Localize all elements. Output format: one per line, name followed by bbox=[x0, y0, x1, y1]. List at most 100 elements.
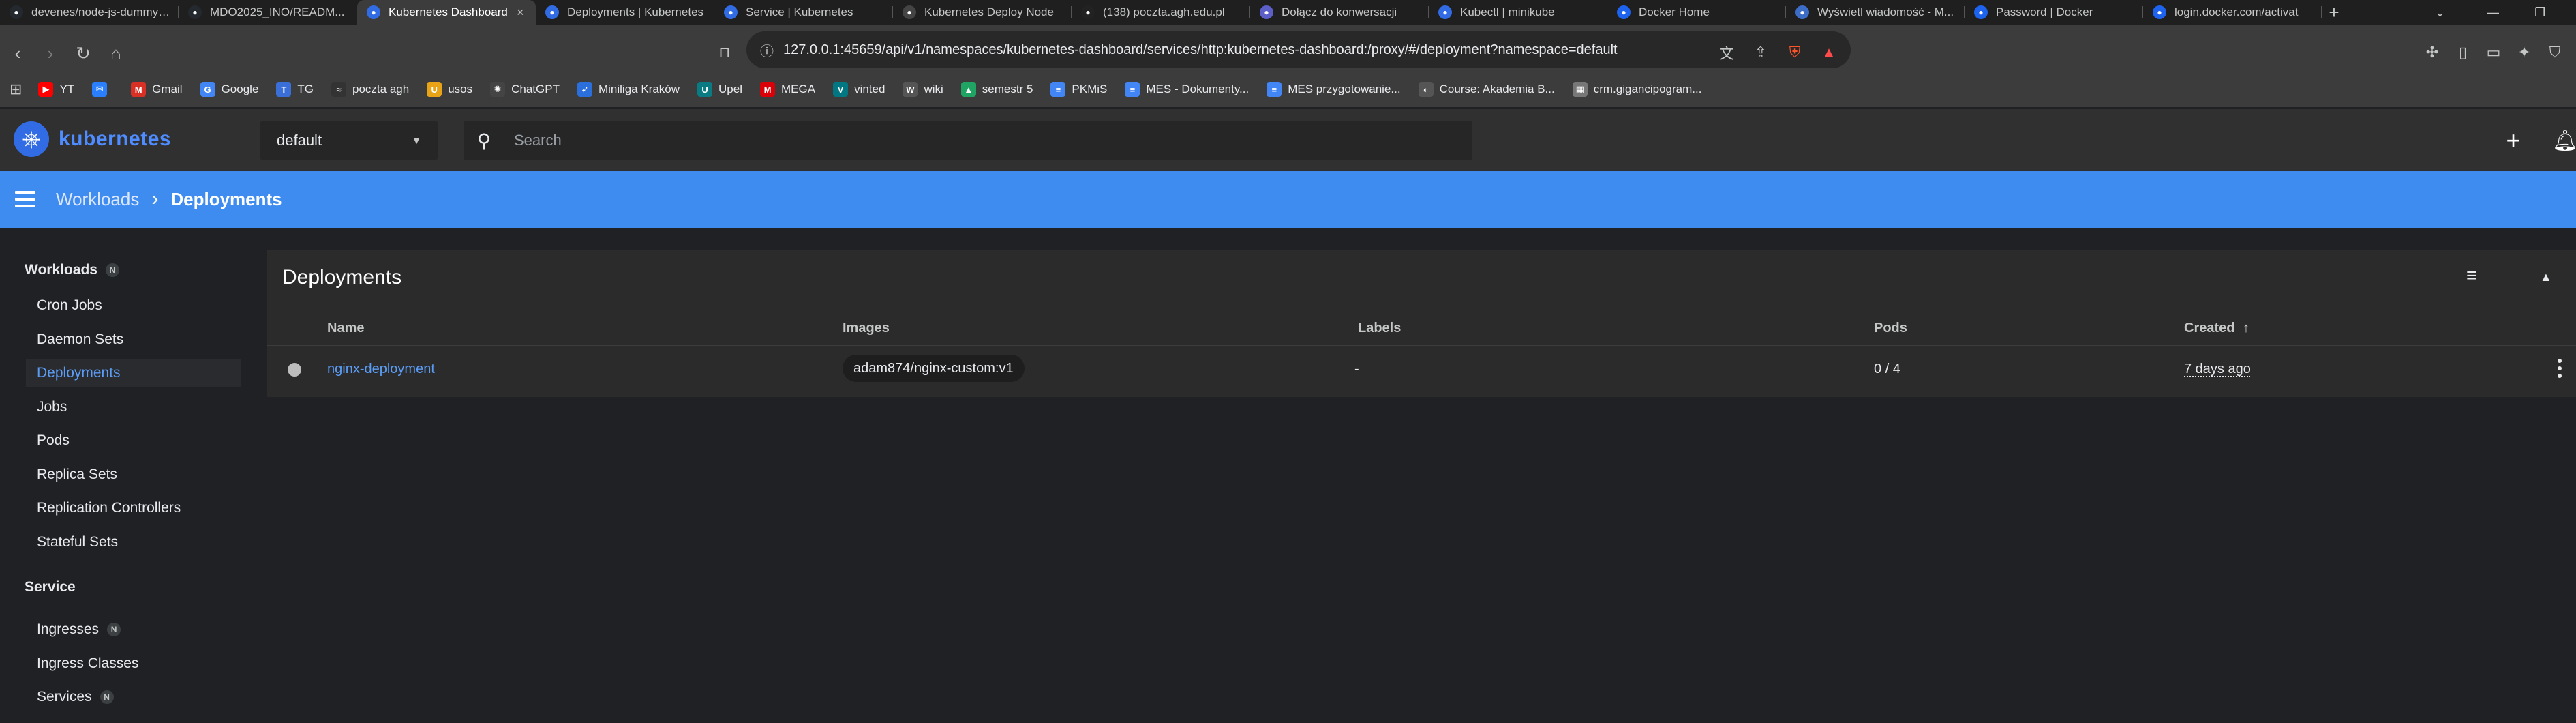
side-navigation: Workloads N Cron Jobs Daemon Sets Deployme… bbox=[0, 228, 252, 723]
nav-section-service[interactable]: Service bbox=[25, 579, 76, 595]
tab-title: Kubernetes Dashboard bbox=[389, 5, 508, 18]
extensions-icon[interactable]: ✣ bbox=[2420, 40, 2444, 65]
bookmark-item[interactable]: ◐ Course: Akademia B... bbox=[1418, 82, 1555, 97]
vpn-icon[interactable]: ⛉ bbox=[2543, 40, 2567, 65]
bookmark-item[interactable]: ≡ MES przygotowanie... bbox=[1267, 82, 1401, 97]
brand-logo[interactable]: ⎈ kubernetes bbox=[14, 121, 171, 157]
breadcrumb-workloads[interactable]: Workloads bbox=[56, 189, 139, 210]
sidebar-item-daemon-sets[interactable]: Daemon Sets bbox=[26, 325, 241, 354]
translate-icon[interactable]: 文 bbox=[1714, 40, 1739, 65]
namespace-select[interactable]: default ▼ bbox=[260, 121, 438, 160]
browser-tab[interactable]: ● (138) poczta.agh.edu.pl bbox=[1072, 0, 1250, 25]
tab-search-icon[interactable]: ⌄ bbox=[2435, 0, 2445, 25]
filter-icon[interactable]: ≡ bbox=[2466, 265, 2477, 286]
bookmark-item[interactable]: Vvinted bbox=[833, 82, 885, 97]
bookmark-item[interactable]: ➶ Miniliga Kraków bbox=[577, 82, 680, 97]
forward-icon[interactable]: › bbox=[34, 37, 67, 70]
bookmark-item[interactable]: ≡ MES - Dokumenty... bbox=[1125, 82, 1249, 97]
address-bar[interactable]: ⓘ 127.0.0.1:45659/api/v1/namespaces/kube… bbox=[746, 31, 1851, 68]
email-icon: ● bbox=[1795, 5, 1809, 19]
sidebar-item-ingress-classes[interactable]: Ingress Classes bbox=[26, 649, 241, 678]
bookmark-label: poczta agh bbox=[352, 83, 410, 95]
github-icon: ● bbox=[10, 5, 23, 19]
browser-tab[interactable]: ● Service | Kubernetes bbox=[714, 0, 893, 25]
sidebar-item-cron-jobs[interactable]: Cron Jobs bbox=[26, 291, 241, 320]
browser-tab[interactable]: ● login.docker.com/activat bbox=[2143, 0, 2322, 25]
browser-tab[interactable]: ● Password | Docker bbox=[1965, 0, 2143, 25]
tab-title: Dołącz do konwersacji bbox=[1282, 5, 1397, 18]
site-info-icon[interactable]: ⓘ bbox=[760, 40, 774, 60]
browser-tab[interactable]: ● Wyświetl wiadomość - M... bbox=[1786, 0, 1965, 25]
bookmark-item[interactable]: M MEGA bbox=[760, 82, 815, 97]
back-icon[interactable]: ‹ bbox=[1, 37, 34, 70]
reload-icon[interactable]: ↻ bbox=[67, 37, 100, 70]
sidebar-item-stateful-sets[interactable]: Stateful Sets bbox=[26, 528, 241, 557]
menu-toggle-icon[interactable] bbox=[15, 191, 35, 207]
bookmark-item[interactable]: ▲ semestr 5 bbox=[960, 82, 1033, 97]
minimize-icon[interactable]: — bbox=[2487, 0, 2499, 25]
bookmark-item[interactable]: U Upel bbox=[697, 82, 742, 97]
sidebar-item-pods[interactable]: Pods bbox=[26, 426, 241, 455]
bookmark-item[interactable]: ≡ PKMiS bbox=[1050, 82, 1107, 97]
deployment-name-link[interactable]: nginx-deployment bbox=[327, 362, 435, 377]
search-input[interactable] bbox=[504, 120, 1472, 161]
vinted-icon: V bbox=[833, 82, 849, 97]
brave-rewards-icon[interactable]: ▲ bbox=[1817, 40, 1841, 65]
column-created[interactable]: Created ↑ bbox=[2184, 321, 2249, 336]
nav-section-workloads[interactable]: Workloads N bbox=[25, 262, 119, 278]
sidebar-item-deployments[interactable]: Deployments bbox=[26, 359, 241, 387]
restore-icon[interactable]: ❐ bbox=[2534, 0, 2545, 25]
sidebar-item-ingresses[interactable]: Ingresses N bbox=[26, 615, 241, 644]
poczta-icon: ≈ bbox=[331, 82, 347, 97]
sidebar-item-replication-controllers[interactable]: Replication Controllers bbox=[26, 494, 241, 522]
notifications-bell-icon[interactable]: 🔔︎ bbox=[2549, 125, 2576, 156]
new-tab-button[interactable]: + bbox=[2322, 2, 2346, 23]
wallet-icon[interactable]: ▭ bbox=[2481, 40, 2506, 65]
browser-tab[interactable]: ● devenes/node-js-dummy-test bbox=[0, 0, 179, 25]
create-resource-button[interactable]: + bbox=[2498, 125, 2529, 156]
bookmark-item[interactable]: Wwiki bbox=[903, 82, 943, 97]
leo-icon[interactable]: ✦ bbox=[2512, 40, 2536, 65]
sidebar-item-replica-sets[interactable]: Replica Sets bbox=[26, 460, 241, 489]
bookmark-item[interactable]: ▦ crm.gigancipogram... bbox=[1572, 82, 1701, 97]
bookmark-icon[interactable]: ⊓ bbox=[712, 40, 737, 65]
docker-icon: ● bbox=[2153, 5, 2166, 19]
bookmark-item[interactable]: ≈ poczta agh bbox=[331, 82, 409, 97]
sidebar-item-services[interactable]: Services N bbox=[26, 683, 241, 711]
browser-tab[interactable]: ● Kubernetes Dashboard × bbox=[357, 0, 536, 25]
breadcrumb-bar: Workloads › Deployments bbox=[0, 171, 2576, 228]
bookmark-item[interactable]: T TG bbox=[276, 82, 314, 97]
bookmark-item[interactable]: ✉ bbox=[92, 82, 113, 97]
table-row: nginx-deployment adam874/nginx-custom:v1… bbox=[267, 346, 2576, 392]
image-chip: adam874/nginx-custom:v1 bbox=[843, 355, 1025, 382]
collapse-icon[interactable]: ▲ bbox=[2540, 270, 2552, 284]
bookmark-item[interactable]: M Gmail bbox=[131, 82, 183, 97]
browser-tab[interactable]: ● Dołącz do konwersacji bbox=[1250, 0, 1429, 25]
mega-icon: M bbox=[760, 82, 775, 97]
minikube-icon: ● bbox=[1438, 5, 1452, 19]
openai-icon: ● bbox=[903, 5, 916, 19]
kubernetes-logo-icon: ⎈ bbox=[14, 121, 49, 157]
drive-icon: ▲ bbox=[960, 82, 976, 97]
brave-shield-icon[interactable]: ⛨ bbox=[1783, 40, 1807, 65]
column-labels: Labels bbox=[1358, 321, 1401, 336]
browser-tab[interactable]: ● Deployments | Kubernetes bbox=[536, 0, 714, 25]
sidebar-item-jobs[interactable]: Jobs bbox=[26, 393, 241, 422]
bookmark-item[interactable]: Uusos bbox=[427, 82, 472, 97]
browser-tab[interactable]: ● Kubernetes Deploy Node bbox=[893, 0, 1072, 25]
browser-tab[interactable]: ● Docker Home bbox=[1607, 0, 1786, 25]
tab-title: Kubectl | minikube bbox=[1460, 5, 1555, 18]
home-icon[interactable]: ⌂ bbox=[100, 37, 132, 70]
share-icon[interactable]: ⇪ bbox=[1748, 40, 1773, 65]
sidebar-icon[interactable]: ▯ bbox=[2451, 40, 2475, 65]
bookmark-item[interactable]: ▶ YT bbox=[38, 82, 74, 97]
column-name[interactable]: Name bbox=[327, 321, 364, 336]
apps-icon[interactable]: ⊞ bbox=[10, 80, 22, 98]
browser-tab[interactable]: ● MDO2025_INO/READM... bbox=[179, 0, 357, 25]
browser-tab[interactable]: ● Kubectl | minikube bbox=[1429, 0, 1607, 25]
bookmark-item[interactable]: G Google bbox=[200, 82, 258, 97]
gmail-icon: M bbox=[131, 82, 147, 97]
bookmark-item[interactable]: ✺ ChatGPT bbox=[490, 82, 560, 97]
close-tab-icon[interactable]: × bbox=[517, 5, 528, 20]
row-actions-icon[interactable] bbox=[2557, 359, 2562, 378]
